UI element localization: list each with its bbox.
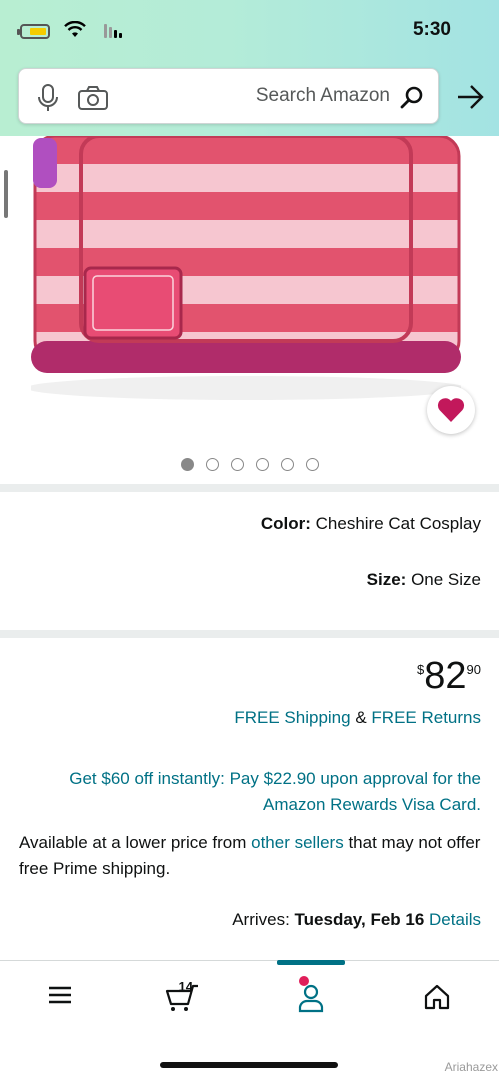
cart-count: 14 (178, 979, 193, 994)
carousel-dot[interactable] (256, 458, 269, 471)
active-tab-indicator (277, 960, 345, 965)
status-bar: 5:30 (0, 0, 499, 60)
section-divider (0, 630, 499, 638)
carousel-dot[interactable] (231, 458, 244, 471)
price-fraction: 90 (466, 662, 481, 677)
search-bar[interactable]: Search Amazon (18, 68, 439, 124)
carousel-dot[interactable] (206, 458, 219, 471)
color-value: Cheshire Cat Cosplay (315, 514, 481, 533)
delivery-info: Arrives: Tuesday, Feb 16 Details (232, 910, 481, 930)
details-link[interactable]: Details (429, 910, 481, 929)
ampersand: & (355, 708, 367, 727)
battery-icon (17, 24, 50, 39)
signal-icon (100, 24, 122, 38)
carousel-dot[interactable] (306, 458, 319, 471)
visa-offer-link[interactable]: Get $60 off instantly: Pay $22.90 upon a… (41, 766, 481, 818)
wifi-icon (64, 21, 86, 37)
search-icon (400, 86, 423, 109)
menu-icon (49, 986, 71, 1004)
price: $ 82 90 (417, 655, 481, 697)
visa-offer-text[interactable]: Get $60 off instantly: Pay $22.90 upon a… (41, 766, 481, 818)
status-time: 5:30 (412, 19, 451, 40)
carousel-dot[interactable] (281, 458, 294, 471)
mic-icon[interactable] (37, 83, 59, 113)
size-variation[interactable]: Size: One Size (367, 570, 481, 590)
back-arrow-icon[interactable] (455, 84, 485, 110)
search-input[interactable]: Search Amazon (256, 85, 390, 107)
other-sellers-link[interactable]: other sellers (251, 833, 344, 852)
free-returns-link[interactable]: FREE Returns (371, 708, 481, 727)
image-carousel-dots[interactable] (181, 458, 319, 472)
product-image[interactable] (0, 136, 499, 484)
price-currency: $ (417, 662, 425, 677)
wishlist-button[interactable] (427, 386, 475, 434)
arrives-label: Arrives: (232, 910, 295, 929)
nav-cart[interactable]: 14 (155, 979, 215, 1021)
backpack-image (31, 136, 461, 400)
home-indicator[interactable] (160, 1062, 338, 1068)
carousel-dot-active[interactable] (181, 458, 194, 471)
watermark: Ariahazex (444, 1060, 498, 1074)
availability-info: Available at a lower price from other se… (19, 830, 481, 882)
arrives-date: Tuesday, Feb 16 (294, 910, 425, 929)
mirrored-page: 5:30 Search Amazon Color: Cheshire Cat C… (0, 0, 499, 1079)
color-variation[interactable]: Color: Cheshire Cat Cosplay (261, 514, 481, 534)
camera-icon[interactable] (77, 85, 109, 111)
available-prefix: Available at a lower price from (19, 833, 252, 852)
home-icon (424, 984, 450, 1010)
free-shipping-link[interactable]: FREE Shipping (234, 708, 350, 727)
nav-menu[interactable] (29, 981, 89, 1021)
section-divider (0, 484, 499, 492)
size-label: Size: (366, 570, 407, 589)
price-whole: 82 (424, 655, 467, 697)
scroll-indicator (4, 170, 8, 218)
size-value: One Size (411, 570, 481, 589)
nav-account[interactable] (277, 960, 345, 1021)
color-label: Color: (260, 514, 311, 533)
heart-icon (437, 398, 465, 422)
shipping-info: FREE Shipping & FREE Returns (234, 708, 481, 728)
nav-home[interactable] (407, 981, 467, 1021)
header: 5:30 Search Amazon (0, 0, 499, 136)
account-icon (298, 984, 324, 1013)
